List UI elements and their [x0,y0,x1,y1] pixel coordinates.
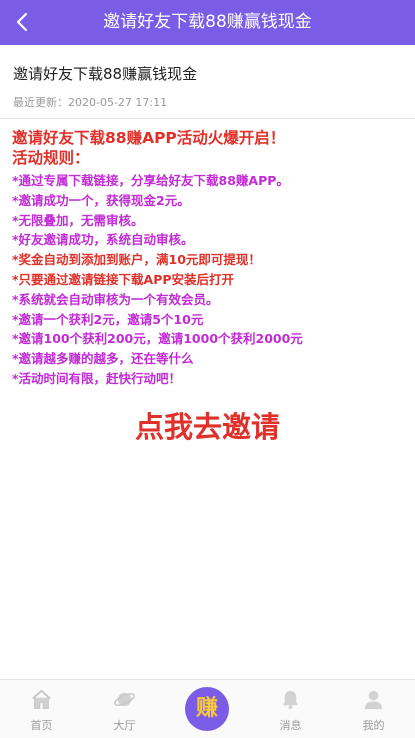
article-content: 邀请好友下载88赚APP活动火爆开启！ 活动规则： *通过专属下载链接，分享给好… [12,128,407,446]
tab-earn[interactable]: 赚 [166,680,249,738]
user-icon [364,690,383,710]
tab-home[interactable]: 首页 [0,680,83,738]
home-icon [32,689,51,709]
planet-icon [114,692,135,707]
top-bar: 邀请好友下载88赚赢钱现金 [0,0,415,45]
rule-item: *邀请越多赚的越多，还在等什么 [12,351,194,367]
bell-icon [282,690,299,710]
rule-item: *无限叠加，无需审核。 [12,212,144,228]
tab-label: 大厅 [113,719,136,732]
article-header: 邀请好友下载88赚赢钱现金 最近更新：2020-05-27 17:11 [0,45,415,119]
rule-item: *邀请100个获利200元，邀请1000个获利2000元 [12,331,303,347]
earn-icon: 赚 [185,687,229,731]
tab-mine[interactable]: 我的 [332,680,415,738]
rule-item: *奖金自动到添加到账户，满10元即可提现！ [12,252,261,268]
rule-item: *通过专属下载链接，分享给好友下载88赚APP。 [12,173,289,188]
invite-link[interactable]: 点我去邀请 [12,404,403,446]
page-title: 邀请好友下载88赚赢钱现金 [103,12,312,32]
tab-label: 消息 [279,719,302,732]
rule-item: *邀请一个获利2元，邀请5个10元 [12,311,204,327]
article-title: 邀请好友下载88赚赢钱现金 [13,65,198,83]
article-updated-time: 最近更新：2020-05-27 17:11 [13,96,168,109]
tab-messages[interactable]: 消息 [249,680,332,738]
bottom-tab-bar: 首页 大厅 赚 消息 我的 [0,679,415,738]
headline: 邀请好友下载88赚APP活动火爆开启！ [12,129,286,147]
rules-heading: 活动规则： [12,149,90,167]
earn-label: 赚 [195,696,218,721]
tab-label: 首页 [30,719,53,732]
rule-item: *只要通过邀请链接下载APP安装后打开 [12,271,235,287]
rule-item: *系统就会自动审核为一个有效会员。 [12,291,219,307]
rule-item: *邀请成功一个，获得现金2元。 [12,192,190,208]
tab-hall[interactable]: 大厅 [83,680,166,738]
tab-label: 我的 [362,719,385,732]
rules-list: *通过专属下载链接，分享给好友下载88赚APP。 *邀请成功一个，获得现金2元。… [12,171,407,389]
rule-item: *好友邀请成功，系统自动审核。 [12,232,194,248]
rule-item: *活动时间有限，赶快行动吧！ [12,370,182,386]
